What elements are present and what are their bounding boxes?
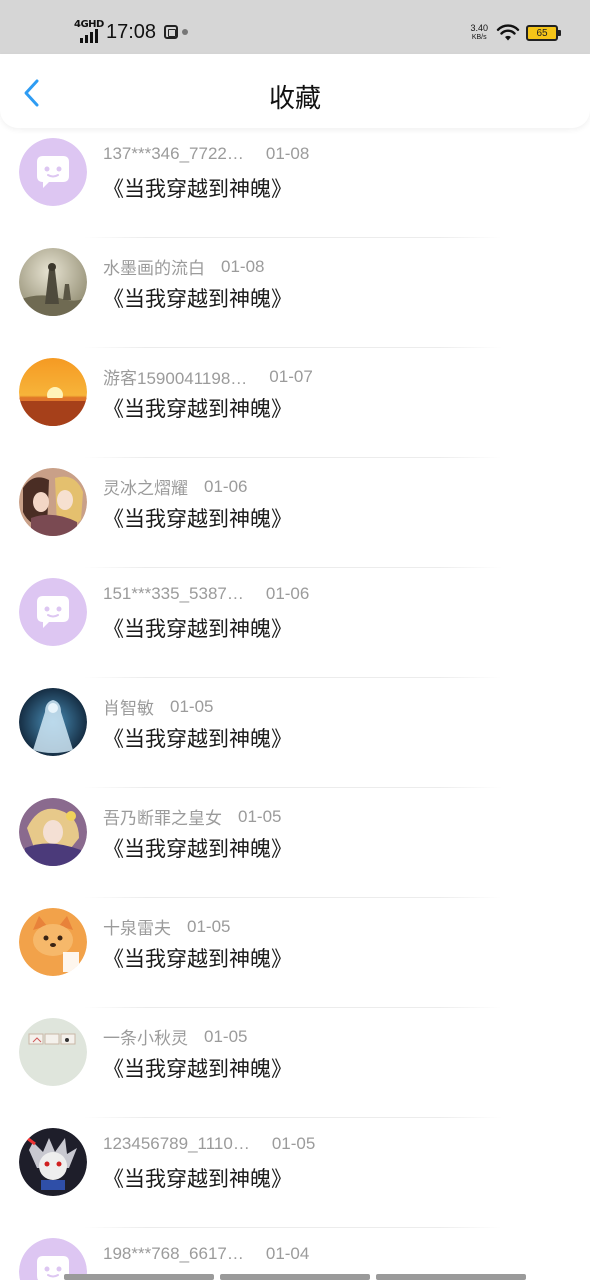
item-meta: 198***768_6617… 01-04 [103,1244,309,1264]
user-name: 123456789_1110… [103,1134,250,1153]
list-item[interactable]: 吾乃断罪之皇女 01-05 《当我穿越到神魄》 [0,788,590,898]
avatar-image [19,1018,87,1086]
book-title: 《当我穿越到神魄》 [103,1167,292,1191]
list-item[interactable]: 水墨画的流白 01-08 《当我穿越到神魄》 [0,238,590,348]
notification-app-icon [164,25,179,39]
item-meta: 十泉雷夫 01-05 [103,914,230,939]
item-date: 01-07 [269,366,313,386]
network-speed: 3.40 KB/s [470,24,488,42]
book-title: 《当我穿越到神魄》 [103,947,292,971]
item-meta: 137***346_7722… 01-08 [103,144,309,164]
user-name: 肖智敏 [103,699,154,718]
page-title: 收藏 [268,84,321,114]
user-name: 吾乃断罪之皇女 [103,809,222,828]
speed-unit: KB/s [471,34,487,41]
battery-icon: 65 [526,25,561,41]
speed-value: 3.40 [470,23,488,33]
signal-icon: 4GHD [74,19,104,43]
item-date: 01-05 [204,1026,248,1046]
avatar-image [19,468,87,536]
item-date: 01-04 [265,1244,310,1263]
list-item[interactable]: 151***335_5387… 01-06 《当我穿越到神魄》 [0,568,590,678]
avatar-image [19,358,87,426]
avatar-image [19,1128,87,1196]
item-date: 01-05 [238,806,282,826]
user-name: 一条小秋灵 [103,1029,188,1048]
item-meta: 灵冰之熠耀 01-06 [103,474,247,499]
item-date: 01-05 [271,1134,316,1153]
default-chat-icon [19,138,87,206]
user-name: 灵冰之熠耀 [103,479,188,498]
notification-dot-icon [182,29,189,35]
book-title: 《当我穿越到神魄》 [103,837,292,861]
book-title: 《当我穿越到神魄》 [103,177,292,201]
battery-level: 65 [536,27,548,39]
user-name: 151***335_5387… [103,584,244,603]
item-meta: 肖智敏 01-05 [103,694,213,719]
user-name: 水墨画的流白 [103,259,205,278]
item-date: 01-08 [265,144,310,163]
user-name: 198***768_6617… [103,1244,244,1263]
avatar-image [19,908,87,976]
item-date: 01-06 [265,584,310,603]
list-item[interactable]: 肖智敏 01-05 《当我穿越到神魄》 [0,678,590,788]
item-meta: 一条小秋灵 01-05 [103,1024,247,1049]
item-meta: 游客1590041198… 01-07 [103,364,313,389]
list-item[interactable]: 游客1590041198… 01-07 《当我穿越到神魄》 [0,348,590,458]
app-header: 收藏 [0,54,590,128]
book-title: 《当我穿越到神魄》 [103,617,292,641]
book-title: 《当我穿越到神魄》 [103,727,292,751]
default-chat-icon [19,578,87,646]
item-date: 01-05 [170,696,214,716]
avatar-image [19,798,87,866]
item-meta: 123456789_1110… 01-05 [103,1134,315,1154]
book-title: 《当我穿越到神魄》 [103,397,292,421]
list-item[interactable]: 灵冰之熠耀 01-06 《当我穿越到神魄》 [0,458,590,568]
favorites-list[interactable]: 137***346_7722… 01-08 《当我穿越到神魄》 水墨画的流白 0… [0,128,590,1280]
user-name: 游客1590041198… [103,369,248,388]
avatar-image [19,248,87,316]
book-title: 《当我穿越到神魄》 [103,507,292,531]
book-title: 《当我穿越到神魄》 [103,287,292,311]
item-meta: 吾乃断罪之皇女 01-05 [103,804,281,829]
user-name: 十泉雷夫 [103,919,171,938]
item-date: 01-08 [221,256,265,276]
bottom-scroll-indicator [64,1274,526,1280]
item-meta: 151***335_5387… 01-06 [103,584,309,604]
avatar-image [19,688,87,756]
item-date: 01-05 [187,916,231,936]
item-date: 01-06 [204,476,248,496]
status-time: 17:08 [106,20,157,43]
list-item[interactable]: 123456789_1110… 01-05 《当我穿越到神魄》 [0,1118,590,1228]
status-left: 4GHD 17:08 [74,18,189,46]
list-item[interactable]: 十泉雷夫 01-05 《当我穿越到神魄》 [0,898,590,1008]
wifi-icon [496,24,520,41]
list-item[interactable]: 198***768_6617… 01-04 [0,1228,590,1280]
status-right: 3.40 KB/s 65 [470,22,561,44]
list-item[interactable]: 一条小秋灵 01-05 《当我穿越到神魄》 [0,1008,590,1118]
user-name: 137***346_7722… [103,144,244,163]
item-meta: 水墨画的流白 01-08 [103,254,264,279]
list-item[interactable]: 137***346_7722… 01-08 《当我穿越到神魄》 [0,128,590,238]
book-title: 《当我穿越到神魄》 [103,1057,292,1081]
status-bar: 4GHD 17:08 3.40 KB/s 65 [0,0,590,54]
